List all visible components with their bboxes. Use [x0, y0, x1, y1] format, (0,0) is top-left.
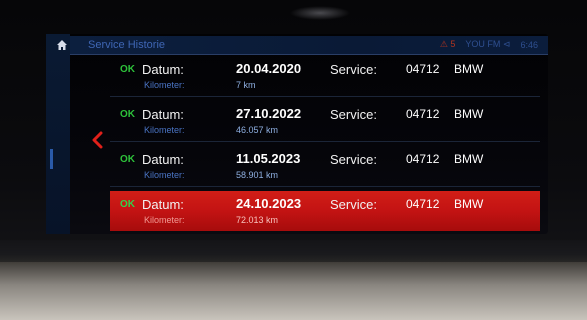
idrive-screen: Service Historie ⚠ 5 YOU FM ⊲ 6:46 OK Da…	[46, 34, 548, 234]
date-value: 24.10.2023	[236, 196, 302, 211]
km-label: Kilometer:	[144, 170, 185, 180]
left-sidebar-strip	[46, 34, 70, 234]
date-value: 11.05.2023	[236, 151, 301, 166]
km-value: 46.057 km	[236, 125, 279, 135]
service-brand: BMW	[454, 107, 484, 121]
km-label: Kilometer:	[144, 80, 185, 90]
km-label: Kilometer:	[144, 215, 185, 225]
service-brand: BMW	[454, 197, 484, 211]
status-ok: OK	[120, 109, 135, 120]
date-value: 20.04.2020	[236, 61, 302, 76]
service-history-list: OK Datum: 20.04.2020 Service: 04712 BMW …	[110, 56, 540, 235]
service-brand: BMW	[454, 62, 484, 76]
km-value: 72.013 km	[236, 215, 279, 225]
photo-frame: Service Historie ⚠ 5 YOU FM ⊲ 6:46 OK Da…	[0, 0, 587, 320]
date-label: Datum:	[142, 107, 184, 122]
date-label: Datum:	[142, 197, 184, 212]
service-code: 04712	[406, 107, 440, 121]
header-bar: Service Historie ⚠ 5 YOU FM ⊲ 6:46	[57, 36, 548, 55]
service-code: 04712	[406, 197, 440, 211]
warning-indicator: ⚠ 5	[439, 39, 456, 49]
service-entry[interactable]: OK Datum: 27.10.2022 Service: 04712 BMW …	[110, 101, 540, 142]
radio-station: YOU FM ⊲	[465, 39, 511, 49]
page-title: Service Historie	[88, 39, 166, 51]
service-label: Service:	[330, 62, 377, 77]
km-value: 7 km	[236, 80, 256, 90]
service-brand: BMW	[454, 152, 484, 166]
km-label: Kilometer:	[144, 125, 185, 135]
km-value: 58.901 km	[236, 170, 279, 180]
service-entry[interactable]: OK Datum: 20.04.2020 Service: 04712 BMW …	[110, 56, 540, 97]
clock: 6:46	[520, 39, 538, 50]
service-label: Service:	[330, 197, 377, 212]
status-bar: ⚠ 5 YOU FM ⊲ 6:46	[440, 39, 538, 50]
date-value: 27.10.2022	[236, 106, 302, 121]
status-ok: OK	[120, 64, 135, 75]
service-label: Service:	[330, 107, 377, 122]
service-entry-selected[interactable]: OK Datum: 24.10.2023 Service: 04712 BMW …	[110, 191, 540, 231]
home-icon[interactable]	[56, 39, 68, 51]
dashboard-surface	[0, 262, 587, 320]
status-ok: OK	[120, 199, 135, 210]
bezel-glare	[290, 6, 350, 20]
service-code: 04712	[406, 62, 440, 76]
service-entry[interactable]: OK Datum: 11.05.2023 Service: 04712 BMW …	[110, 146, 540, 187]
status-ok: OK	[120, 154, 135, 165]
service-code: 04712	[406, 152, 440, 166]
chevron-left-icon[interactable]	[90, 131, 104, 149]
service-label: Service:	[330, 152, 377, 167]
dashboard-edge	[0, 240, 587, 264]
date-label: Datum:	[142, 152, 184, 167]
date-label: Datum:	[142, 62, 184, 77]
sidebar-indicator	[50, 149, 53, 169]
